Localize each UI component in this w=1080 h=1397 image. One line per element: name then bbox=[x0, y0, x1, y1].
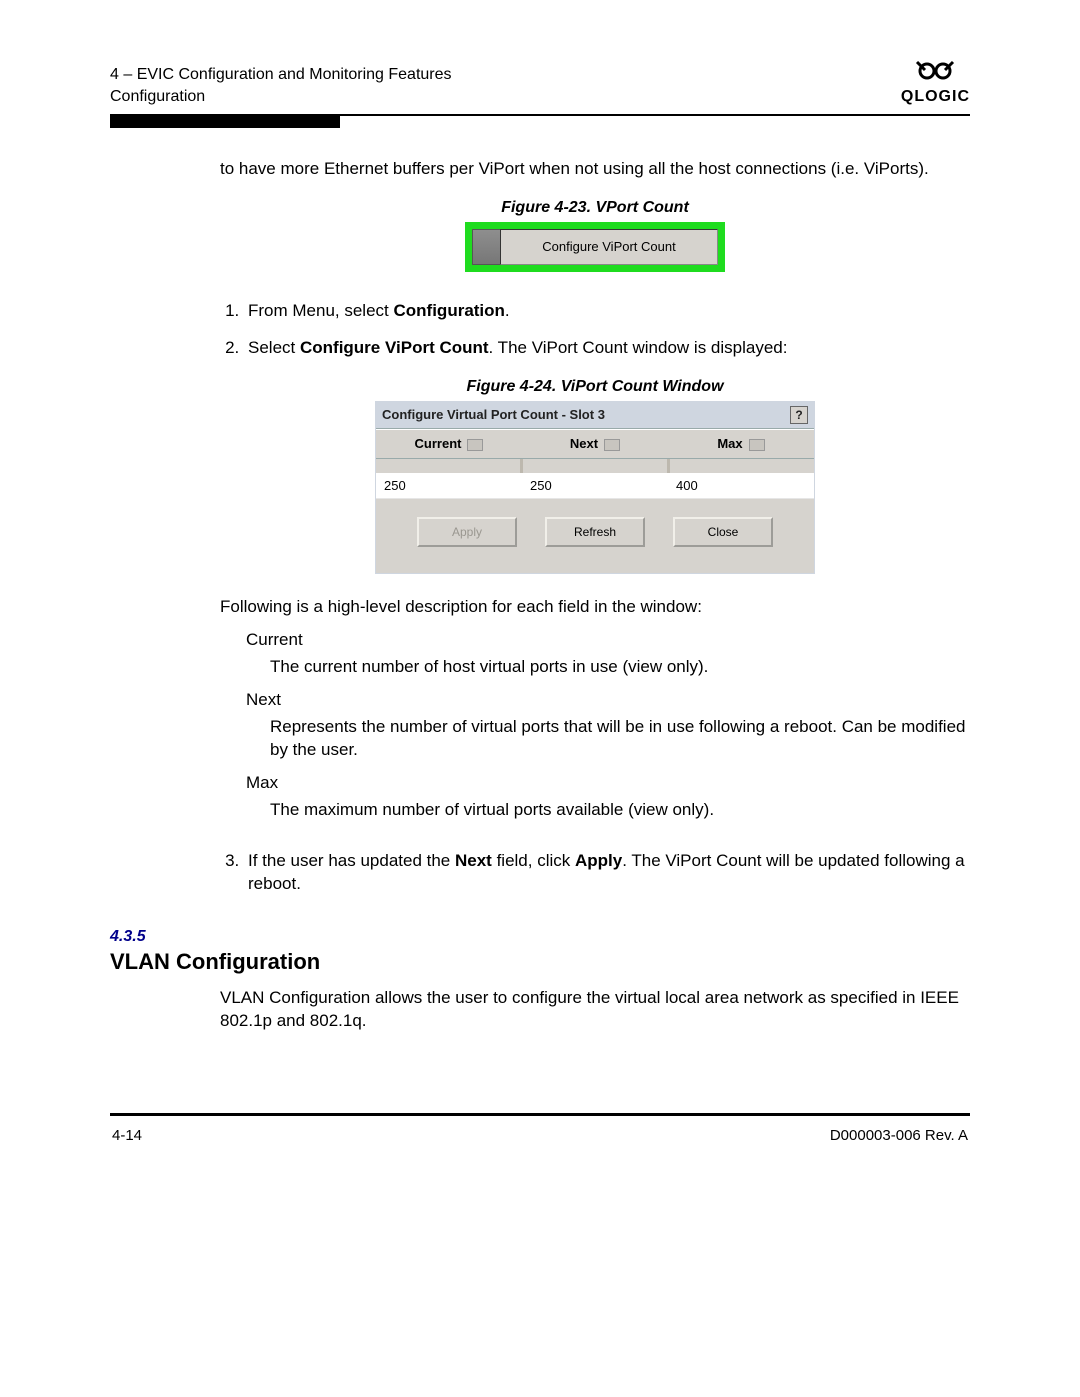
term-max: Max bbox=[246, 772, 970, 795]
step-3: If the user has updated the Next field, … bbox=[244, 850, 970, 896]
desc-next: Represents the number of virtual ports t… bbox=[270, 716, 970, 762]
close-button[interactable]: Close bbox=[673, 517, 773, 547]
value-next[interactable]: 250 bbox=[522, 473, 668, 499]
header-line-2: Configuration bbox=[110, 86, 452, 108]
doc-revision: D000003-006 Rev. A bbox=[830, 1126, 968, 1146]
procedure-steps: From Menu, select Configuration. Select … bbox=[220, 300, 970, 360]
column-header-max: Max bbox=[668, 430, 814, 458]
section-title: VLAN Configuration bbox=[110, 947, 970, 977]
column-header-next: Next bbox=[522, 430, 668, 458]
logo-text: QLOGIC bbox=[901, 86, 970, 108]
window-titlebar: Configure Virtual Port Count - Slot 3 ? bbox=[376, 402, 814, 429]
configure-viport-count-menuitem[interactable]: Configure ViPort Count bbox=[500, 229, 718, 265]
brand-logo: QLOGIC bbox=[901, 60, 970, 108]
intro-paragraph: to have more Ethernet buffers per ViPort… bbox=[220, 158, 970, 181]
apply-button[interactable]: Apply bbox=[417, 517, 517, 547]
term-current: Current bbox=[246, 629, 970, 652]
desc-current: The current number of host virtual ports… bbox=[270, 656, 970, 679]
term-next: Next bbox=[246, 689, 970, 712]
window-title: Configure Virtual Port Count - Slot 3 bbox=[382, 406, 605, 424]
logo-icon bbox=[901, 60, 970, 86]
section-number: 4.3.5 bbox=[110, 926, 970, 948]
followup-paragraph: Following is a high-level description fo… bbox=[220, 596, 970, 619]
value-current: 250 bbox=[376, 473, 522, 499]
figure-23-caption: Figure 4-23. VPort Count bbox=[220, 197, 970, 219]
column-header-current: Current bbox=[376, 430, 522, 458]
figure-23-handle bbox=[472, 229, 500, 265]
header-line-1: 4 – EVIC Configuration and Monitoring Fe… bbox=[110, 64, 452, 86]
figure-23: Configure ViPort Count bbox=[465, 222, 725, 272]
figure-24-caption: Figure 4-24. ViPort Count Window bbox=[220, 376, 970, 398]
field-definitions: Current The current number of host virtu… bbox=[246, 629, 970, 822]
section-tab-marker bbox=[110, 116, 340, 128]
step-1: From Menu, select Configuration. bbox=[244, 300, 970, 323]
page-footer: 4-14 D000003-006 Rev. A bbox=[110, 1116, 970, 1146]
section-body: VLAN Configuration allows the user to co… bbox=[220, 987, 970, 1033]
refresh-button[interactable]: Refresh bbox=[545, 517, 645, 547]
step-2: Select Configure ViPort Count. The ViPor… bbox=[244, 337, 970, 360]
help-button[interactable]: ? bbox=[790, 406, 808, 424]
page-number: 4-14 bbox=[112, 1126, 142, 1146]
viport-count-window: Configure Virtual Port Count - Slot 3 ? … bbox=[375, 401, 815, 574]
value-max: 400 bbox=[668, 473, 814, 499]
desc-max: The maximum number of virtual ports avai… bbox=[270, 799, 970, 822]
page-header-text: 4 – EVIC Configuration and Monitoring Fe… bbox=[110, 64, 452, 107]
procedure-steps-continued: If the user has updated the Next field, … bbox=[220, 850, 970, 896]
